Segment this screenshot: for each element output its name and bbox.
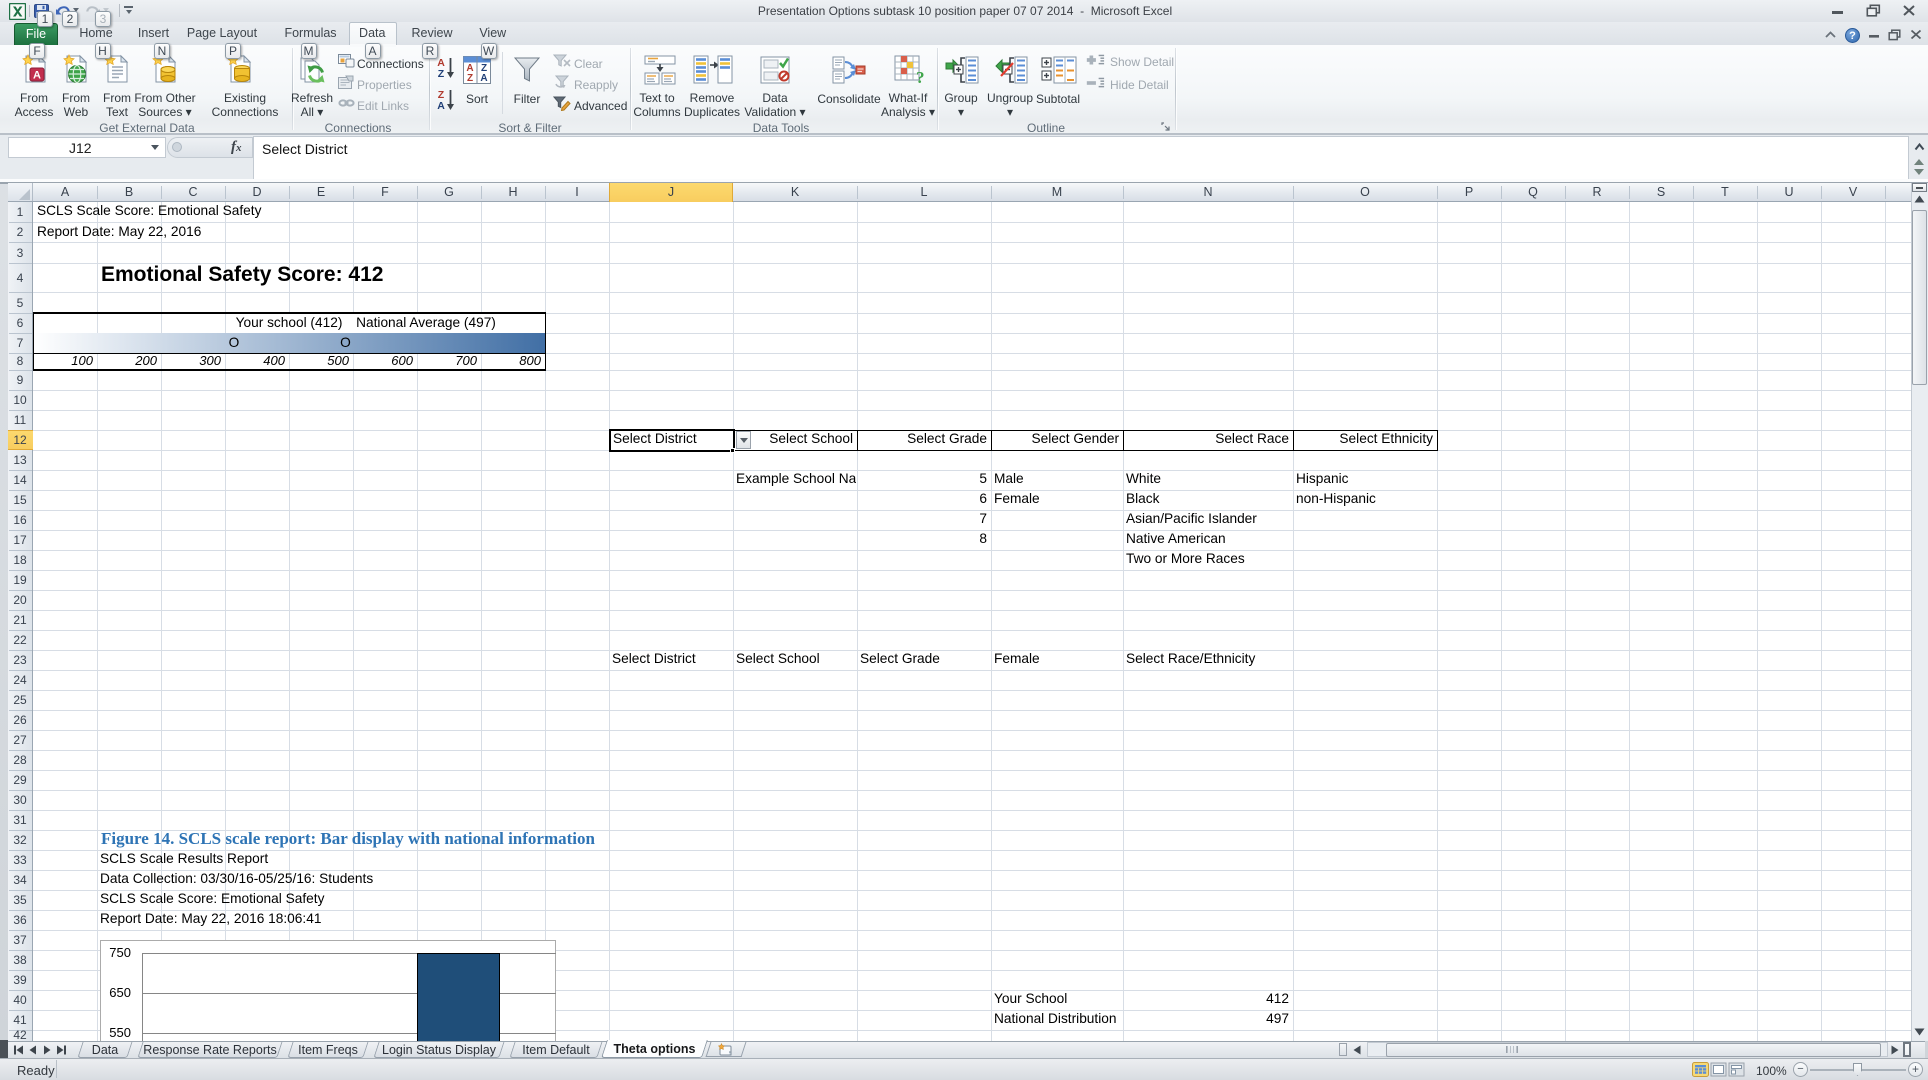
svg-text:A: A bbox=[480, 73, 487, 84]
svg-text:Z: Z bbox=[467, 73, 473, 84]
svg-text:Z: Z bbox=[438, 68, 445, 80]
svg-text:?: ? bbox=[916, 68, 924, 85]
svg-text:A: A bbox=[33, 70, 41, 82]
